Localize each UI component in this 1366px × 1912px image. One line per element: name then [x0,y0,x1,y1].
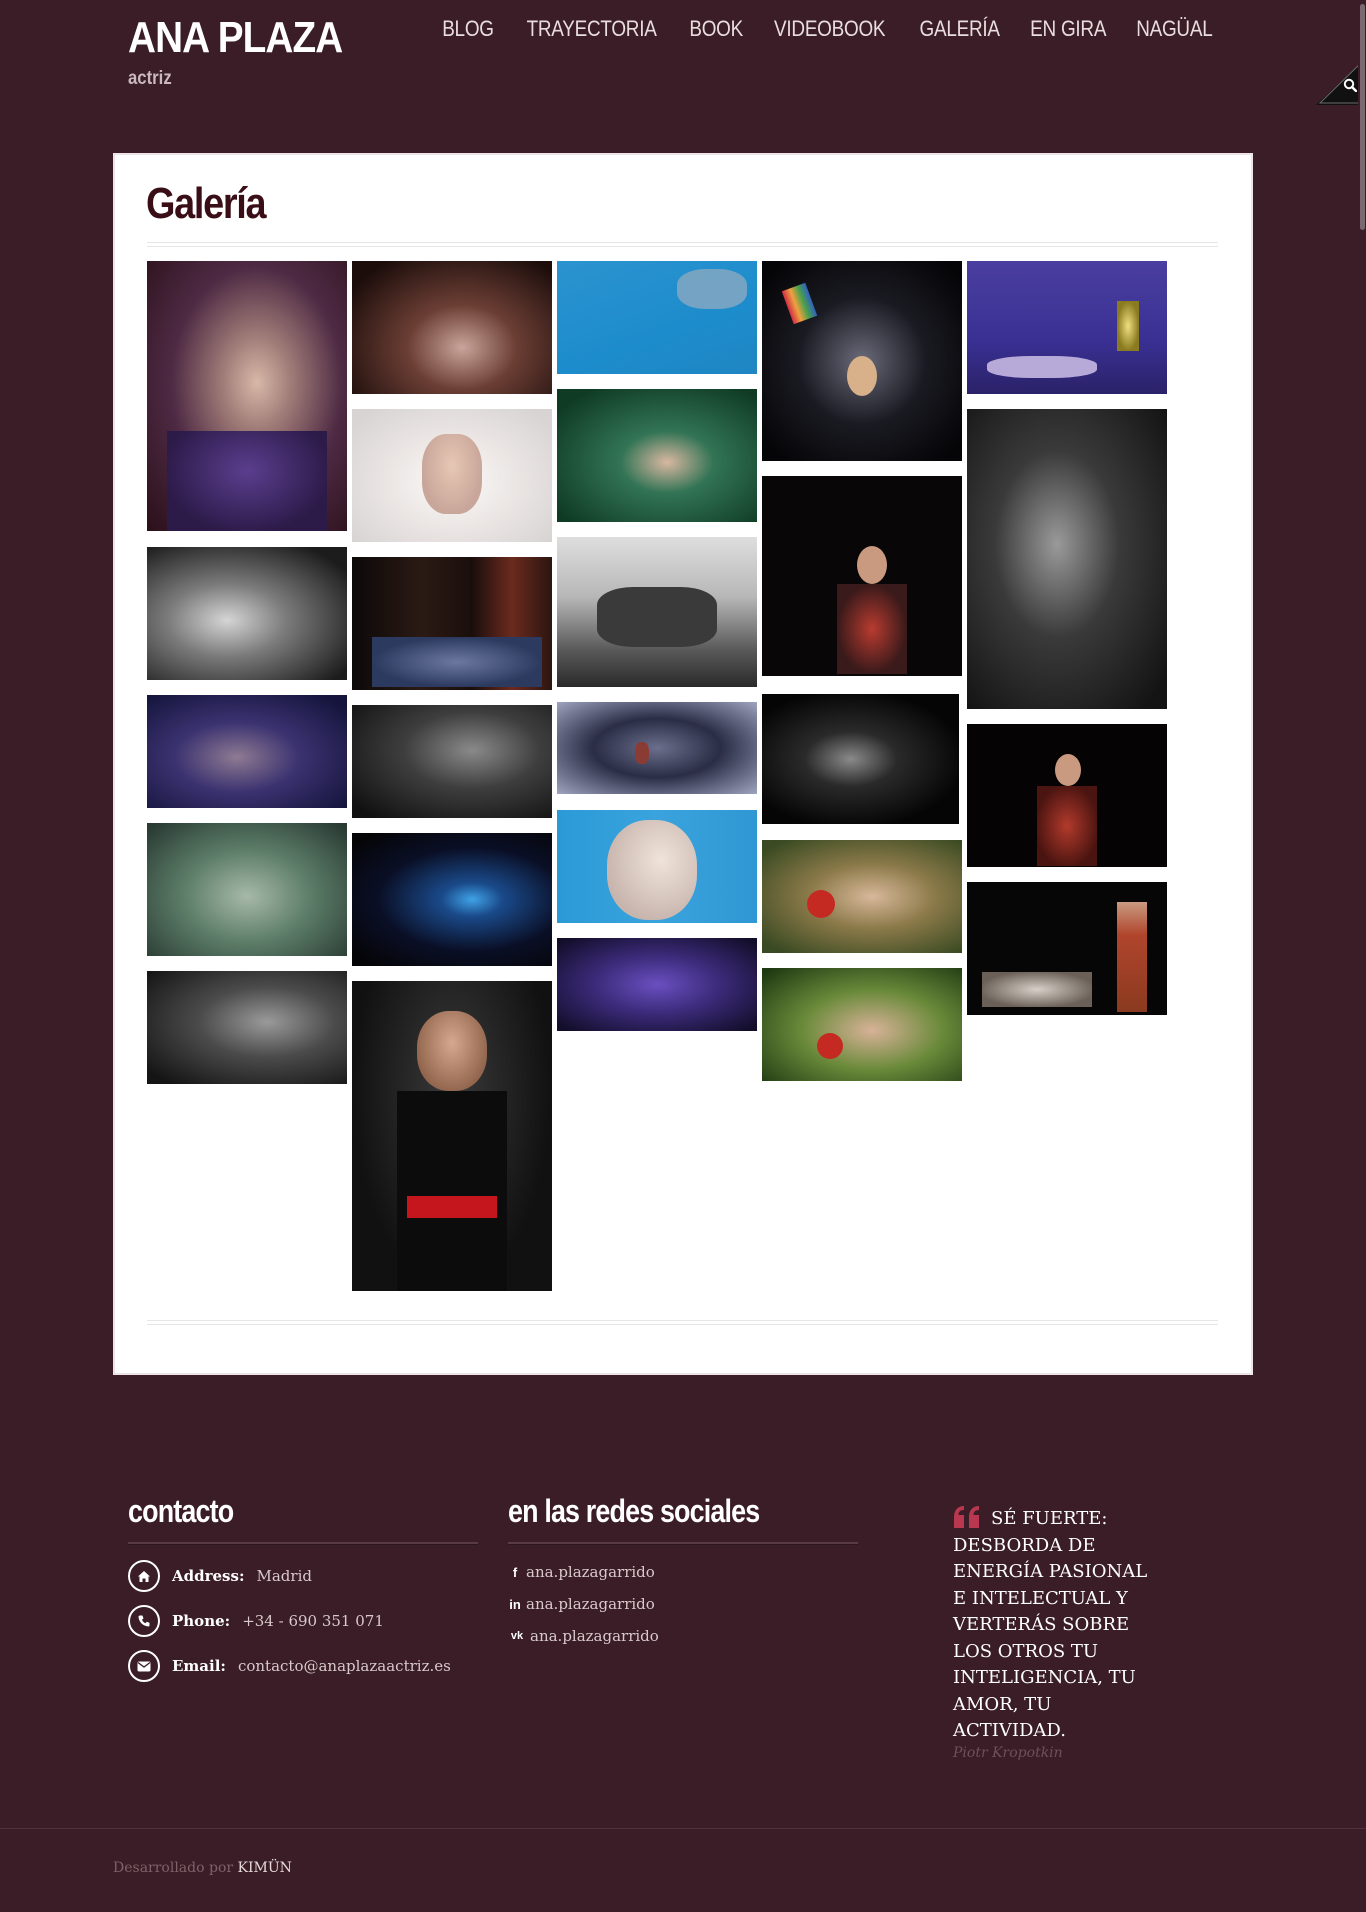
gallery-photo[interactable] [352,833,552,966]
nav-item-nagual[interactable]: NAGÜAL [1129,16,1221,42]
gallery-photo[interactable] [147,695,347,808]
quote-text: SÉ FUERTE: DESBORDA DE ENERGÍA PASIONAL … [953,1508,1148,1741]
contact-heading: contacto [128,1493,234,1529]
gallery-photo[interactable] [557,938,757,1031]
contact-email: Email: contacto@anaplazaactriz.es [128,1650,451,1682]
social-heading-rule [508,1542,858,1545]
phone-label: Phone: [172,1612,231,1630]
nav-item-en-gira[interactable]: EN GIRA [1022,16,1113,42]
contact-heading-rule [128,1542,478,1545]
credits-company-link[interactable]: KIMÜN [238,1860,292,1876]
gallery-photo[interactable] [147,261,347,531]
nav-item-videobook[interactable]: VIDEOBOOK [767,16,894,42]
site-credits: Desarrollado por KIMÜN [113,1860,292,1876]
gallery-photo[interactable] [557,261,757,374]
gallery-photo[interactable] [147,971,347,1084]
social-link-linkedin[interactable]: in ana.plazagarrido [508,1595,655,1613]
gallery-photo[interactable] [352,557,552,690]
gallery-photo[interactable] [967,724,1167,867]
phone-icon [128,1605,160,1637]
site-logo[interactable]: ANA PLAZA actriz [128,12,372,90]
vk-handle: ana.plazagarrido [530,1627,659,1645]
home-icon [128,1560,160,1592]
nav-item-blog[interactable]: BLOG [434,16,501,42]
gallery-photo[interactable] [557,537,757,687]
gallery-photo[interactable] [352,409,552,542]
nav-item-book[interactable]: BOOK [682,16,751,42]
gallery-photo[interactable] [352,981,552,1291]
gallery-photo[interactable] [967,261,1167,394]
gallery-photo[interactable] [352,705,552,818]
quote-author: Piotr Kropotkin [953,1745,1063,1761]
email-label: Email: [172,1657,226,1675]
phone-value[interactable]: +34 - 690 351 071 [242,1612,384,1630]
vk-icon: vk [510,1630,524,1642]
address-value: Madrid [256,1567,312,1585]
gallery-photo[interactable] [967,882,1167,1015]
linkedin-icon: in [509,1596,521,1612]
envelope-icon [128,1650,160,1682]
credits-prefix: Desarrollado por [113,1860,234,1876]
facebook-icon: f [512,1564,518,1580]
site-tagline: actriz [128,68,172,89]
scrollbar-thumb[interactable] [1360,4,1365,230]
social-heading: en las redes sociales [508,1493,760,1529]
contact-phone: Phone: +34 - 690 351 071 [128,1605,384,1637]
gallery-bottom-divider [147,1320,1218,1325]
gallery-photo[interactable] [557,702,757,794]
social-link-facebook[interactable]: f ana.plazagarrido [508,1563,655,1581]
gallery-photo[interactable] [762,476,962,676]
main-nav: BLOG TRAYECTORIA BOOK VIDEOBOOK GALERÍA … [429,16,1228,42]
page-scrollbar[interactable] [1358,0,1366,1911]
gallery-photo[interactable] [147,547,347,680]
gallery-photo[interactable] [557,810,757,923]
gallery-photo[interactable] [557,389,757,522]
gallery-photo[interactable] [762,694,959,824]
gallery-photo[interactable] [762,840,962,953]
gallery-photo[interactable] [147,823,347,956]
page-title: Galería [146,179,267,228]
nav-item-trayectoria[interactable]: TRAYECTORIA [519,16,664,42]
gallery-photo[interactable] [352,261,552,394]
search-icon [1343,78,1357,92]
facebook-handle: ana.plazagarrido [526,1563,655,1581]
site-title: ANA PLAZA [128,13,343,62]
linkedin-handle: ana.plazagarrido [526,1595,655,1613]
address-label: Address: [172,1567,245,1585]
contact-address: Address: Madrid [128,1560,312,1592]
title-divider [147,242,1218,247]
email-value[interactable]: contacto@anaplazaactriz.es [238,1657,451,1675]
gallery-photo[interactable] [967,409,1167,709]
site-header: ANA PLAZA actriz BLOG TRAYECTORIA BOOK V… [0,0,1366,150]
gallery-photo[interactable] [762,261,962,461]
nav-item-galeria[interactable]: GALERÍA [911,16,1007,42]
gallery-photo[interactable] [762,968,962,1081]
social-link-vk[interactable]: vk ana.plazagarrido [508,1627,659,1645]
